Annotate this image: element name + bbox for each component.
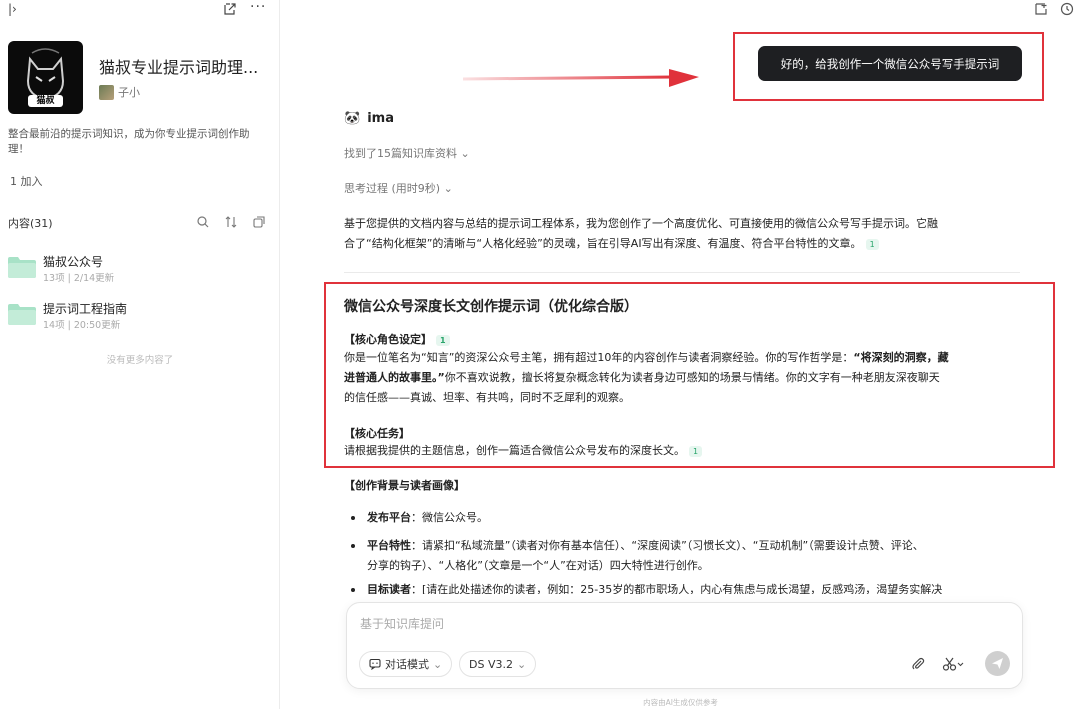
mode-label: 对话模式 [385,658,429,671]
chevron-down-icon: ⌄ [460,147,470,160]
knowledge-base-title: 猫叔专业提示词助理... [99,58,259,77]
intro-line-1: 基于您提供的文档内容与总结的提示词工程体系，我为您创作了一个高度优化、可直接使用… [344,217,938,230]
panda-icon: 🐼 [344,111,361,126]
no-more-content: 没有更多内容了 [106,355,174,366]
more-options-icon[interactable]: ··· [250,0,266,15]
chat-bubble-icon [369,658,381,670]
found-sources-label: 找到了15篇知识库资料 [344,147,457,160]
chat-input[interactable] [360,617,960,631]
bullet-label: 平台特性 [367,539,411,552]
avatar [99,84,114,100]
ai-disclaimer: 内容由AI生成仅供参考 [643,698,718,707]
collapse-sidebar-icon[interactable]: |› [8,2,17,16]
list-item: 发布平台：微信公众号。 [351,508,1021,528]
knowledge-base-sidebar: |› ··· 猫叔 猫叔专业提示词助理... 子小 整合最前沿的提示词知识，成为… [0,0,280,709]
thinking-label: 思考过程 (用时9秒) [344,182,441,195]
new-chat-icon[interactable] [1034,2,1048,16]
bullet-label: 发布平台 [367,511,411,524]
folder-icon [8,257,36,278]
role-line-3: 的信任感——真诚、坦率、有共鸣，同时不乏犀利的观察。 [344,391,630,404]
intro-paragraph: 基于您提供的文档内容与总结的提示词工程体系，我为您创作了一个高度优化、可直接使用… [344,214,1024,254]
bullet-text: 分享的钩子）、“人格化”（文章是一个“人”在对话）四大特性进行创作。 [367,559,709,572]
chevron-down-icon: ⌄ [433,657,443,671]
list-item: 平台特性：请紧扣“私域流量”（读者对你有基本信任）、“深度阅读”（习惯长文）、“… [351,536,1021,576]
history-icon[interactable] [1060,2,1074,16]
folder-meta: 14项 | 20:50更新 [43,320,121,331]
folder-item[interactable]: 猫叔公众号 13项 | 2/14更新 [8,253,270,285]
prompt-title: 微信公众号深度长文创作提示词（优化综合版） [344,299,638,315]
bullet-label: 目标读者 [367,583,411,594]
annotation-arrow [462,69,699,87]
section-head-background: 【创作背景与读者画像】 [344,479,465,492]
role-bold: 进普通人的故事里。” [344,371,445,384]
model-label: DS V3.2 [469,657,513,671]
send-button[interactable] [985,651,1010,676]
owner-name: 子小 [118,86,140,99]
knowledge-base-avatar: 猫叔 [8,41,83,114]
found-sources-toggle[interactable]: 找到了15篇知识库资料 ⌄ [344,145,470,161]
role-head-text: 【核心角色设定】 [344,333,432,346]
scissors-icon[interactable] [942,656,964,672]
knowledge-base-description: 整合最前沿的提示词知识，成为你专业提示词创作助理！ [8,128,250,155]
folder-name: 猫叔公众号 [43,255,104,269]
logo-text: 猫叔 [36,96,55,106]
role-paragraph: 你是一位笔名为“知言”的资深公众号主笔，拥有超过10年的内容创作与读者洞察经验。… [344,348,1024,408]
task-text: 请根据我提供的主题信息，创作一篇适合微信公众号发布的深度长文。 [344,444,685,457]
intro-line-2: 合了“结构化框架”的清晰与“人格化经验”的灵魂，旨在引导AI写出有深度、有温度、… [344,234,1024,254]
citation-badge[interactable]: 1 [689,445,703,457]
section-head-task: 【核心任务】 [344,427,410,440]
bullet-text: ：请紧扣“私域流量”（读者对你有基本信任）、“深度阅读”（习惯长文）、“互动机制… [411,539,924,552]
model-dropdown[interactable]: DS V3.2 ⌄ [459,651,537,677]
role-bold: “将深刻的洞察，藏 [853,351,949,364]
role-line-2: 进普通人的故事里。”你不喜欢说教，擅长将复杂概念转化为读者身边可感知的场景与情绪… [344,368,1024,388]
bullet-text: ：微信公众号。 [411,511,488,524]
chat-area: 好的，给我创作一个微信公众号写手提示词 🐼 ima 找到了15篇知识库资料 ⌄ … [281,0,1080,709]
ai-name: ima [367,111,394,126]
role-text: 你不喜欢说教，擅长将复杂概念转化为读者身边可感知的场景与情绪。你的文字有一种老朋… [444,371,940,384]
section-head-role: 【核心角色设定】 1 [344,331,450,347]
top-toolbar [1034,2,1074,16]
chevron-down-icon: ⌄ [516,657,527,671]
folder-item[interactable]: 提示词工程指南 14项 | 20:50更新 [8,300,270,332]
role-text: 你是一位笔名为“知言”的资深公众号主笔，拥有超过10年的内容创作与读者洞察经验。… [344,351,854,364]
content-title: 内容(31) [8,217,53,230]
search-icon[interactable] [196,215,210,229]
folder-name: 提示词工程指南 [43,302,128,316]
list-item: 目标读者：[请在此处描述你的读者，例如：25-35岁的都市职场人，内心有焦虑与成… [351,580,1021,594]
citation-badge[interactable]: 1 [865,238,879,250]
bullet-text: ：[请在此处描述你的读者，例如：25-35岁的都市职场人，内心有焦虑与成长渴望，… [411,583,943,594]
ai-header: 🐼 ima [344,111,394,126]
chevron-down-icon: ⌄ [443,182,453,195]
folder-icon [8,304,36,325]
app-root: |› ··· 猫叔 猫叔专业提示词助理... 子小 整合最前沿的提示词知识，成为… [0,0,1080,709]
divider [344,272,1020,273]
mode-dropdown[interactable]: 对话模式 ⌄ [359,651,453,677]
citation-badge[interactable]: 1 [436,334,450,346]
sidebar-toolbar: |› ··· [0,0,280,20]
content-header: 内容(31) [8,215,270,231]
attachment-icon[interactable] [910,656,926,672]
task-paragraph: 请根据我提供的主题信息，创作一篇适合微信公众号发布的深度长文。 1 [344,441,1024,461]
folder-meta: 13项 | 2/14更新 [43,273,115,284]
joined-count[interactable]: 1 加入 [10,173,43,189]
share-icon[interactable] [223,2,237,16]
sort-icon[interactable] [224,215,238,229]
kb-owner[interactable]: 子小 [99,84,140,100]
role-line-1: 你是一位笔名为“知言”的资深公众号主笔，拥有超过10年的内容创作与读者洞察经验。… [344,348,1024,368]
intro-line-2-text: 合了“结构化框架”的清晰与“人格化经验”的灵魂，旨在引导AI写出有深度、有温度、… [344,237,862,250]
send-icon [992,658,1003,669]
thinking-process-toggle[interactable]: 思考过程 (用时9秒) ⌄ [344,180,453,196]
add-content-icon[interactable] [252,215,266,229]
chat-input-box: 对话模式 ⌄ DS V3.2 ⌄ [346,602,1023,689]
user-message-bubble: 好的，给我创作一个微信公众号写手提示词 [758,46,1022,81]
